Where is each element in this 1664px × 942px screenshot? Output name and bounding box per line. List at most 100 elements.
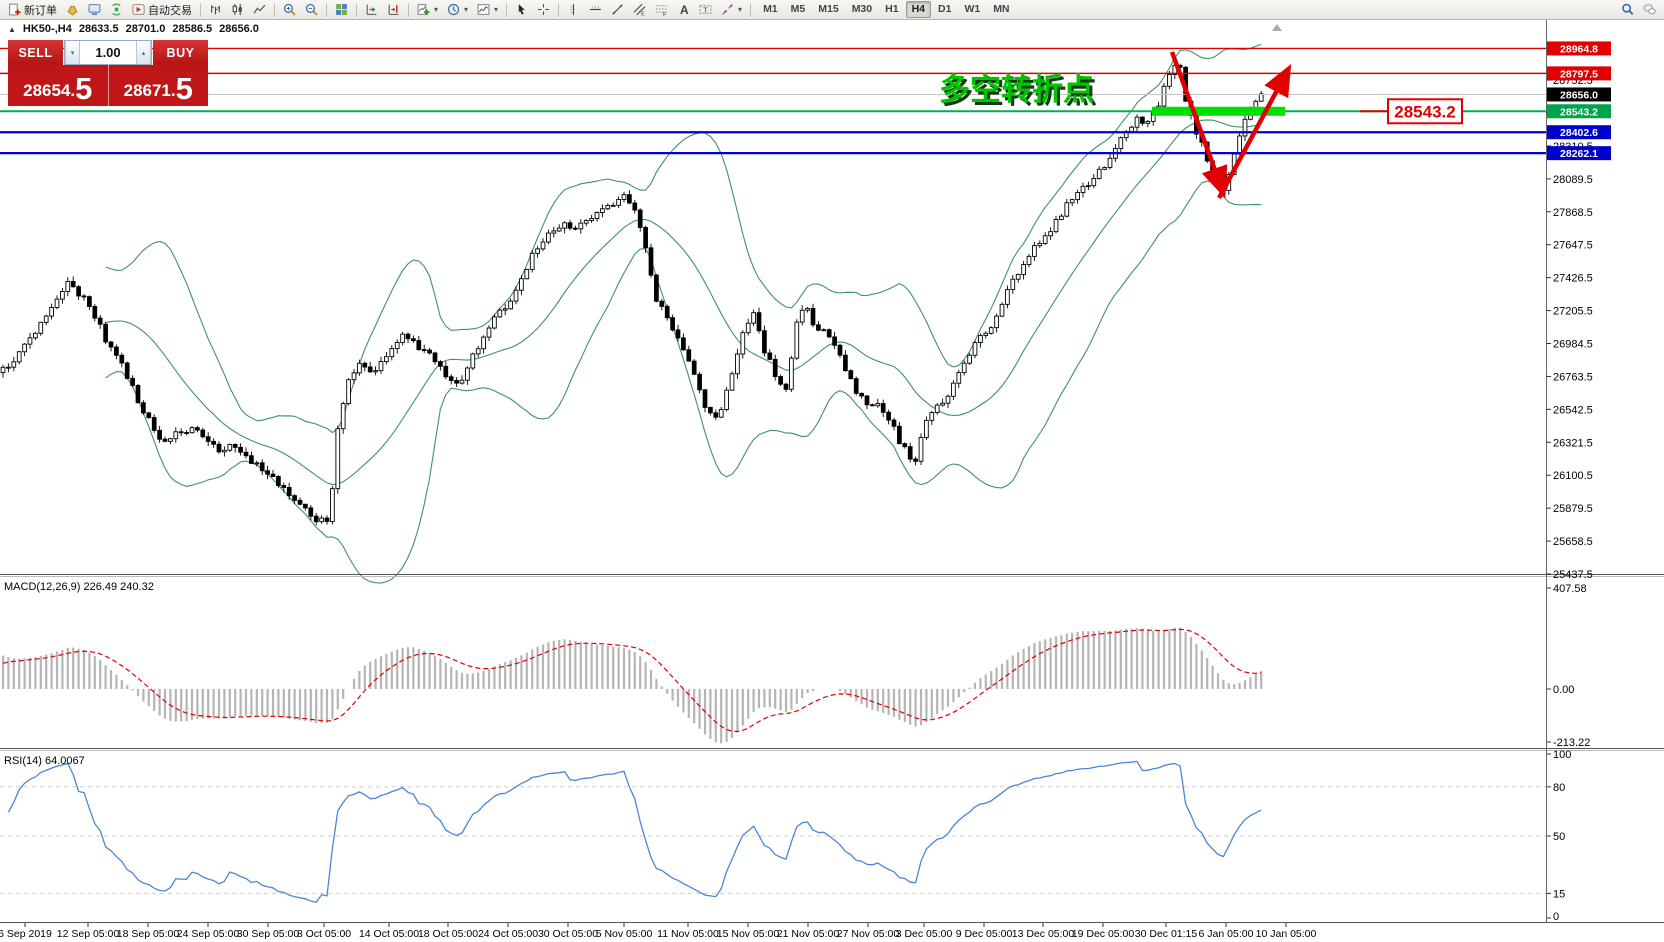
svg-text:30 Oct 05:00: 30 Oct 05:00 <box>538 928 598 940</box>
svg-text:27868.5: 27868.5 <box>1553 207 1593 219</box>
svg-text:24 Sep 05:00: 24 Sep 05:00 <box>177 928 240 940</box>
toolbar-separator <box>558 3 559 17</box>
svg-text:28656.0: 28656.0 <box>1560 89 1598 101</box>
toolbar-candle-chart-button[interactable] <box>227 0 248 19</box>
toolbar-chart-shift-button[interactable] <box>383 0 404 19</box>
buy-price[interactable]: 28671 . 5 <box>109 65 209 106</box>
svg-text:28262.1: 28262.1 <box>1560 148 1598 160</box>
toolbar-zoom-out-button[interactable] <box>301 0 322 19</box>
toolbar-autotrade-button[interactable]: 自动交易 <box>128 0 196 19</box>
svg-text:21 Nov 05:00: 21 Nov 05:00 <box>777 928 840 940</box>
tile-windows-icon <box>335 3 348 16</box>
toolbar-fibo-button[interactable]: F <box>651 0 672 19</box>
rsi-label: RSI(14) 64.0067 <box>4 755 85 767</box>
toolbar-separator <box>200 3 201 17</box>
chart-canvas[interactable]: 多空转折点多空转折点28543.2MACD(12,26,9) 226.49 24… <box>0 0 1664 942</box>
sell-price-frac: 5 <box>75 76 92 102</box>
svg-text:A: A <box>680 3 689 16</box>
sell-price[interactable]: 28654 . 5 <box>8 65 109 106</box>
toolbar-separator <box>750 3 751 17</box>
toolbar-bar-chart-button[interactable] <box>205 0 226 19</box>
collapse-triangle-icon[interactable]: ▲ <box>8 25 16 34</box>
svg-text:8 Oct 05:00: 8 Oct 05:00 <box>297 928 351 940</box>
toolbar-hline-button[interactable] <box>585 0 606 19</box>
toolbar-auto-scroll-button[interactable] <box>361 0 382 19</box>
timeframe-d1-button[interactable]: D1 <box>932 1 957 18</box>
volume-input[interactable] <box>80 41 136 64</box>
zoom-in-icon <box>283 3 296 16</box>
community-icon <box>1643 3 1656 16</box>
toolbar-new-order-button[interactable]: 新订单 <box>4 0 61 19</box>
toolbar-signal-button[interactable] <box>106 0 127 19</box>
timeframe-w1-button[interactable]: W1 <box>958 1 986 18</box>
sell-button[interactable]: SELL <box>8 40 63 65</box>
text-icon: A <box>677 3 690 16</box>
svg-text:50: 50 <box>1553 831 1565 843</box>
toolbar-channel-button[interactable]: E <box>629 0 650 19</box>
svg-text:28964.8: 28964.8 <box>1560 43 1598 55</box>
new-order-icon <box>8 3 21 16</box>
svg-text:6 Sep 2019: 6 Sep 2019 <box>0 928 52 940</box>
svg-text:30 Sep 05:00: 30 Sep 05:00 <box>237 928 300 940</box>
svg-text:10 Jan 05:00: 10 Jan 05:00 <box>1256 928 1317 940</box>
svg-text:80: 80 <box>1553 782 1565 794</box>
svg-text:27647.5: 27647.5 <box>1553 240 1593 252</box>
annotation-text[interactable]: 多空转折点 <box>939 72 1094 107</box>
toolbar-community-button[interactable] <box>1639 0 1660 19</box>
toolbar-trendline-button[interactable] <box>607 0 628 19</box>
svg-text:100: 100 <box>1553 749 1571 761</box>
timeframe-h4-button[interactable]: H4 <box>906 1 931 18</box>
fibo-icon: F <box>655 3 668 16</box>
svg-text:24 Oct 05:00: 24 Oct 05:00 <box>478 928 538 940</box>
svg-text:26321.5: 26321.5 <box>1553 437 1593 449</box>
toolbar-tile-windows-button[interactable] <box>331 0 352 19</box>
autotrade-icon <box>132 3 145 16</box>
svg-text:18 Oct 05:00: 18 Oct 05:00 <box>418 928 478 940</box>
timeframe-m1-button[interactable]: M1 <box>757 1 784 18</box>
buy-price-frac: 5 <box>176 76 193 102</box>
toolbar-shapes-button[interactable]: ▾ <box>717 0 746 19</box>
macd-label: MACD(12,26,9) 226.49 240.32 <box>4 581 154 593</box>
toolbar-search-button[interactable] <box>1617 0 1638 19</box>
toolbar-crosshair-button[interactable] <box>533 0 554 19</box>
svg-text:19 Dec 05:00: 19 Dec 05:00 <box>1072 928 1135 940</box>
svg-text:18 Sep 05:00: 18 Sep 05:00 <box>117 928 180 940</box>
timeframe-h1-button[interactable]: H1 <box>879 1 904 18</box>
toolbar-separator <box>356 3 357 17</box>
svg-text:26542.5: 26542.5 <box>1553 404 1593 416</box>
toolbar-indicators-button[interactable]: ▾ <box>413 0 442 19</box>
cursor-icon <box>515 3 528 16</box>
timeframe-mn-button[interactable]: MN <box>987 1 1015 18</box>
toolbar-terminal-button[interactable] <box>84 0 105 19</box>
svg-text:27 Nov 05:00: 27 Nov 05:00 <box>837 928 900 940</box>
chart-background[interactable] <box>0 20 1664 942</box>
volume-decrease-button[interactable]: ▾ <box>65 41 80 64</box>
mt4-window: 新订单 自动交易 ▾ ▾ ▾ E F AT ▾ M1M5M15M30H1H4D1W1MN 多空转折… <box>0 0 1664 942</box>
timeframe-m5-button[interactable]: M5 <box>785 1 812 18</box>
svg-text:25437.5: 25437.5 <box>1553 569 1593 581</box>
toolbar-separator <box>326 3 327 17</box>
toolbar-text-button[interactable]: A <box>673 0 694 19</box>
timeframe-m30-button[interactable]: M30 <box>846 1 878 18</box>
toolbar-label-button[interactable]: T <box>695 0 716 19</box>
svg-text:30 Dec 01:15: 30 Dec 01:15 <box>1135 928 1198 940</box>
dropdown-caret-icon: ▾ <box>464 5 468 14</box>
bar-chart-icon <box>209 3 222 16</box>
toolbar-zoom-in-button[interactable] <box>279 0 300 19</box>
svg-text:F: F <box>663 12 667 16</box>
timeframe-m15-button[interactable]: M15 <box>812 1 844 18</box>
toolbar-vline-button[interactable] <box>563 0 584 19</box>
toolbar-gold-button[interactable] <box>62 0 83 19</box>
buy-price-main: 28671 <box>124 82 171 102</box>
svg-text:27426.5: 27426.5 <box>1553 273 1593 285</box>
terminal-icon <box>88 3 101 16</box>
trendline-icon <box>611 3 624 16</box>
toolbar-chart-frame-button[interactable]: ▾ <box>473 0 502 19</box>
volume-increase-button[interactable]: ▴ <box>136 41 151 64</box>
toolbar-cursor-button[interactable] <box>511 0 532 19</box>
toolbar-line-chart-button[interactable] <box>249 0 270 19</box>
buy-button[interactable]: BUY <box>153 40 208 65</box>
toolbar-separator <box>274 3 275 17</box>
toolbar-periods-button[interactable]: ▾ <box>443 0 472 19</box>
label-icon: T <box>699 3 712 16</box>
